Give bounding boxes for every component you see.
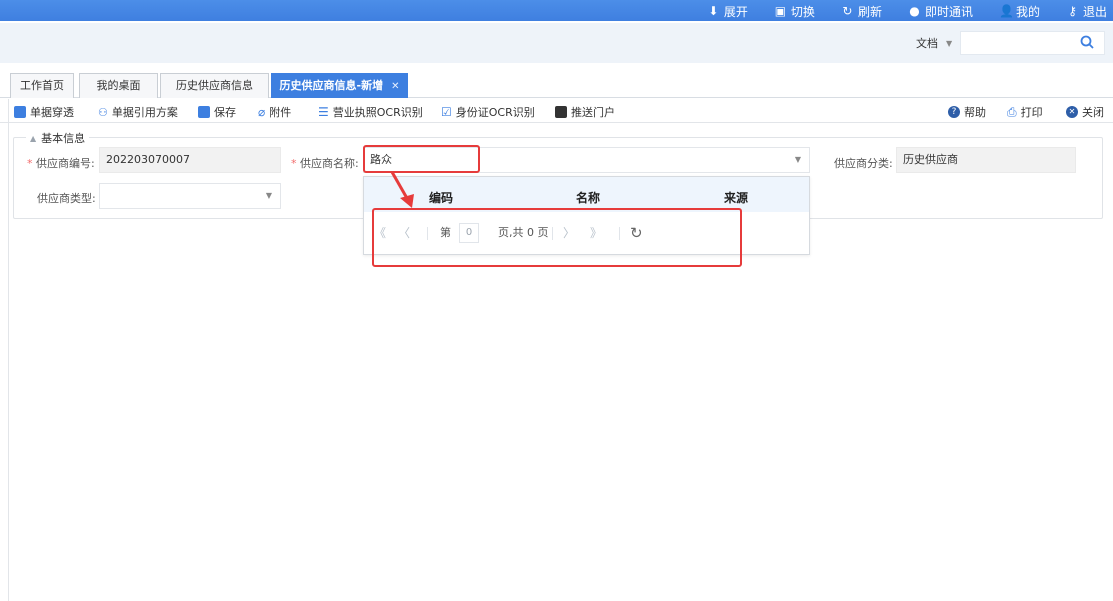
tab-history-supplier-new[interactable]: 历史供应商信息-新增 ✕ <box>271 73 408 98</box>
save-icon <box>198 106 210 118</box>
chevron-down-icon: ▼ <box>946 38 953 48</box>
chevron-down-icon[interactable]: ▼ <box>266 184 272 208</box>
key-icon: ⚷ <box>1068 4 1077 18</box>
top-bar: ⬇ 展开 ▣ 切换 ↻ 刷新 ● 即时通讯 👤 我的 ⚷ 退出 <box>0 0 1113 21</box>
search-scope-select[interactable]: 文档 ▼ <box>904 33 959 53</box>
refresh-icon: ↻ <box>842 4 853 18</box>
switch-icon: ▣ <box>774 4 787 18</box>
supplier-type-select[interactable]: ▼ <box>99 183 281 209</box>
content-left-border <box>8 99 9 601</box>
push-portal-button[interactable]: 推送门户 <box>555 104 615 120</box>
required-mark: * <box>27 157 33 170</box>
topbar-mine[interactable]: 👤 我的 <box>999 3 1040 20</box>
supplier-code-field: 202203070007 <box>99 147 281 173</box>
license-icon: ☰ <box>318 105 329 119</box>
column-header-source: 来源 <box>724 191 749 205</box>
search-row: 文档 ▼ <box>0 23 1113 63</box>
topbar-chat[interactable]: ● 即时通讯 <box>908 3 973 20</box>
user-icon: 👤 <box>998 4 1014 18</box>
chat-icon: ● <box>909 4 920 18</box>
print-button[interactable]: ⎙ 打印 <box>1007 104 1043 120</box>
tab-bar: 工作首页 我的桌面 历史供应商信息 历史供应商信息-新增 ✕ <box>0 63 1113 98</box>
topbar-logout[interactable]: ⚷ 退出 <box>1066 3 1107 20</box>
push-icon <box>555 106 567 118</box>
supplier-code-label: * 供应商编号: <box>27 157 95 170</box>
close-button[interactable]: ✕ 关闭 <box>1066 104 1104 120</box>
supplier-name-label: * 供应商名称: <box>291 157 359 170</box>
license-ocr-button[interactable]: ☰ 营业执照OCR识别 <box>318 104 423 120</box>
required-mark: * <box>291 157 297 170</box>
tab-close-icon[interactable]: ✕ <box>391 81 399 92</box>
annotation-highlight-pager <box>372 208 742 267</box>
help-button[interactable]: ? 帮助 <box>948 104 986 120</box>
search-icon[interactable] <box>1080 35 1094 49</box>
supplier-category-label: 供应商分类: <box>834 157 893 170</box>
id-card-icon: ☑ <box>441 105 452 119</box>
search-input[interactable] <box>960 31 1105 55</box>
tab-work-home[interactable]: 工作首页 <box>10 73 74 98</box>
download-icon: ⬇ <box>708 4 719 18</box>
collapse-triangle-icon: ▲ <box>30 133 37 143</box>
chevron-down-icon[interactable]: ▼ <box>795 148 801 172</box>
supplier-type-label: 供应商类型: <box>37 192 96 205</box>
link-icon: ⚇ <box>98 105 108 119</box>
tab-history-supplier[interactable]: 历史供应商信息 <box>160 73 269 98</box>
close-circle-icon: ✕ <box>1066 106 1078 118</box>
doc-penetrate-button[interactable]: 单据穿透 <box>14 104 74 120</box>
document-icon <box>14 106 26 118</box>
paperclip-icon: ⌀ <box>258 105 266 119</box>
topbar-switch[interactable]: ▣ 切换 <box>774 3 815 20</box>
attachment-button[interactable]: ⌀ 附件 <box>258 104 291 120</box>
toolbar: 单据穿透 ⚇ 单据引用方案 保存 ⌀ 附件 ☰ 营业执照OCR识别 ☑ 身份证O… <box>0 99 1113 123</box>
print-icon: ⎙ <box>1007 104 1017 119</box>
column-header-code: 编码 <box>429 191 454 205</box>
topbar-refresh[interactable]: ↻ 刷新 <box>841 3 882 20</box>
save-button[interactable]: 保存 <box>198 104 236 120</box>
doc-reference-button[interactable]: ⚇ 单据引用方案 <box>98 104 178 120</box>
dropdown-header: 编码 名称 来源 <box>364 177 809 212</box>
tab-my-desktop[interactable]: 我的桌面 <box>79 73 158 98</box>
supplier-category-field: 历史供应商 <box>896 147 1076 173</box>
help-icon: ? <box>948 106 960 118</box>
id-card-ocr-button[interactable]: ☑ 身份证OCR识别 <box>441 104 535 120</box>
basic-info-legend[interactable]: ▲ 基本信息 <box>26 130 90 146</box>
topbar-expand[interactable]: ⬇ 展开 <box>707 3 748 20</box>
annotation-arrow-icon <box>390 171 414 208</box>
column-header-name: 名称 <box>576 191 601 205</box>
